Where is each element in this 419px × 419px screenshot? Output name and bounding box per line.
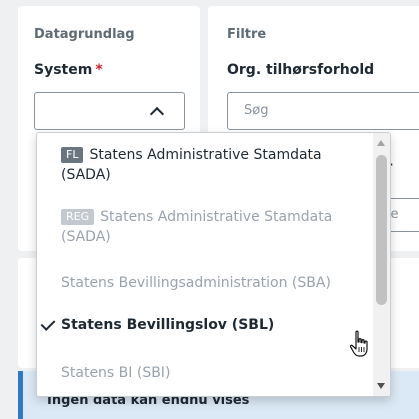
org-search-placeholder: Søg [244, 103, 269, 118]
datagrundlag-title: Datagrundlag [34, 27, 135, 42]
system-label-text: System [34, 62, 93, 78]
option-label: Statens Bevillingslov (SBL) [61, 317, 275, 333]
option-label: Statens Administrative Stamdata (SADA) [61, 209, 333, 245]
option-sada-fl[interactable]: FL Statens Administrative Stamdata (SADA) [37, 145, 373, 185]
hand-pointer-icon [349, 330, 368, 357]
scroll-down-arrow-icon[interactable] [377, 383, 385, 389]
option-badge: FL [61, 147, 84, 163]
check-icon [40, 316, 56, 331]
required-marker: * [95, 62, 103, 78]
org-label: Org. tilhørsforhold [227, 62, 375, 78]
option-sba: Statens Bevillingsadministration (SBA) [37, 273, 373, 293]
scroll-up-arrow-icon[interactable] [377, 140, 385, 146]
option-label: Statens Administrative Stamdata (SADA) [61, 147, 322, 183]
system-dropdown-list[interactable]: FL Statens Administrative Stamdata (SADA)… [36, 132, 391, 397]
dropdown-scrollbar[interactable] [373, 133, 390, 396]
filtre-title: Filtre [227, 27, 267, 42]
org-search-input[interactable]: Søg [227, 92, 419, 130]
system-select[interactable] [34, 92, 185, 130]
option-label: Statens Bevillingsadministration (SBA) [61, 275, 331, 291]
option-sada-reg: REG Statens Administrative Stamdata (SADA… [37, 207, 373, 247]
option-label: Statens BI (SBI) [61, 365, 171, 381]
option-sbl[interactable]: Statens Bevillingslov (SBL) [37, 315, 373, 335]
system-label: System * [34, 62, 103, 78]
chevron-up-icon [149, 106, 165, 122]
option-badge: REG [61, 209, 95, 225]
scroll-thumb[interactable] [376, 155, 387, 305]
option-sbi: Statens BI (SBI) [37, 363, 373, 383]
